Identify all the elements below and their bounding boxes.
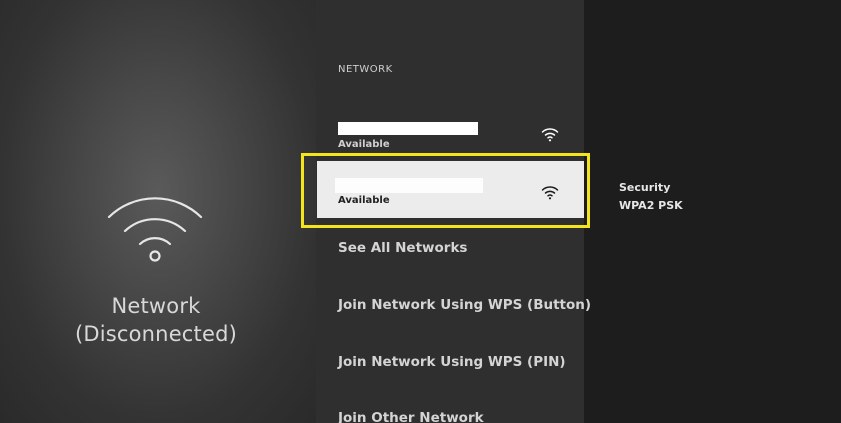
join-wps-button-item[interactable]: Join Network Using WPS (Button) [338,297,591,313]
network-status: Available [338,139,390,150]
network-details: Security WPA2 PSK [619,179,683,215]
network-title-line1: Network [111,294,201,318]
network-status-line2: (Disconnected) [74,322,238,346]
redacted-network-name [338,122,478,135]
network-section-header: NETWORK [338,64,393,75]
wifi-icon [541,128,559,142]
join-other-network-item[interactable]: Join Other Network [338,410,484,423]
network-status-title: Network (Disconnected) [0,292,312,348]
wifi-icon [107,197,203,262]
network-settings-screen: Network (Disconnected) NETWORK Available… [0,0,841,423]
security-value: WPA2 PSK [619,199,683,212]
see-all-networks-item[interactable]: See All Networks [338,240,467,256]
network-status-panel: Network (Disconnected) [0,0,316,423]
selection-highlight [301,153,590,228]
join-wps-pin-item[interactable]: Join Network Using WPS (PIN) [338,354,566,370]
security-label: Security [619,181,671,194]
